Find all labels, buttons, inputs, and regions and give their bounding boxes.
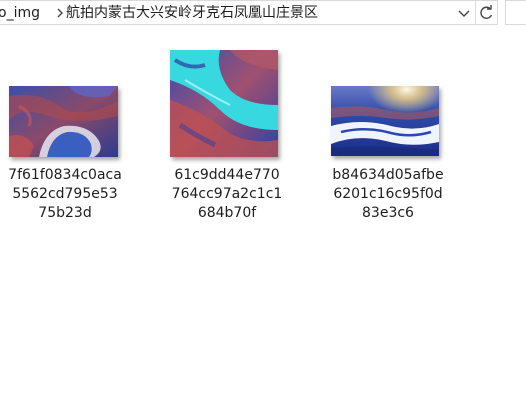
file-name-line: b84634d05afbe <box>332 167 444 183</box>
file-name-line: 684b70f <box>197 205 257 221</box>
file-thumbnail[interactable] <box>170 50 278 157</box>
file-name[interactable]: 61c9dd44e770 764cc97a2c1c1 684b70f <box>157 166 297 223</box>
chevron-right-icon[interactable] <box>53 4 67 22</box>
file-name-line: 7f61f0834c0aca <box>8 167 122 183</box>
file-name[interactable]: b84634d05afbe 6201c16c95f0d 83e3c6 <box>318 166 458 223</box>
file-name-line: 83e3c6 <box>362 205 414 221</box>
search-box[interactable] <box>505 0 526 25</box>
address-bar: o_img 航拍内蒙古大兴安岭牙克石凤凰山庄景区 <box>0 0 526 27</box>
refresh-icon <box>476 5 497 28</box>
file-thumbnail[interactable] <box>331 86 439 156</box>
file-name-line: 61c9dd44e770 <box>174 167 280 183</box>
breadcrumb-parent[interactable]: o_img <box>0 4 40 22</box>
file-name-line: 75b23d <box>38 205 92 221</box>
file-name-line: 764cc97a2c1c1 <box>171 186 283 202</box>
breadcrumb-current[interactable]: 航拍内蒙古大兴安岭牙克石凤凰山庄景区 <box>66 4 318 22</box>
file-explorer-window: o_img 航拍内蒙古大兴安岭牙克石凤凰山庄景区 7f61f0834c0aca … <box>0 0 526 405</box>
chevron-down-icon[interactable] <box>452 1 476 26</box>
refresh-button[interactable] <box>476 0 498 25</box>
file-name-line: 6201c16c95f0d <box>333 186 443 202</box>
file-thumbnail[interactable] <box>9 86 118 157</box>
file-name-line: 5562cd795e53 <box>12 186 118 202</box>
address-box[interactable]: o_img 航拍内蒙古大兴安岭牙克石凤凰山庄景区 <box>0 0 476 25</box>
file-name[interactable]: 7f61f0834c0aca 5562cd795e53 75b23d <box>0 166 135 223</box>
